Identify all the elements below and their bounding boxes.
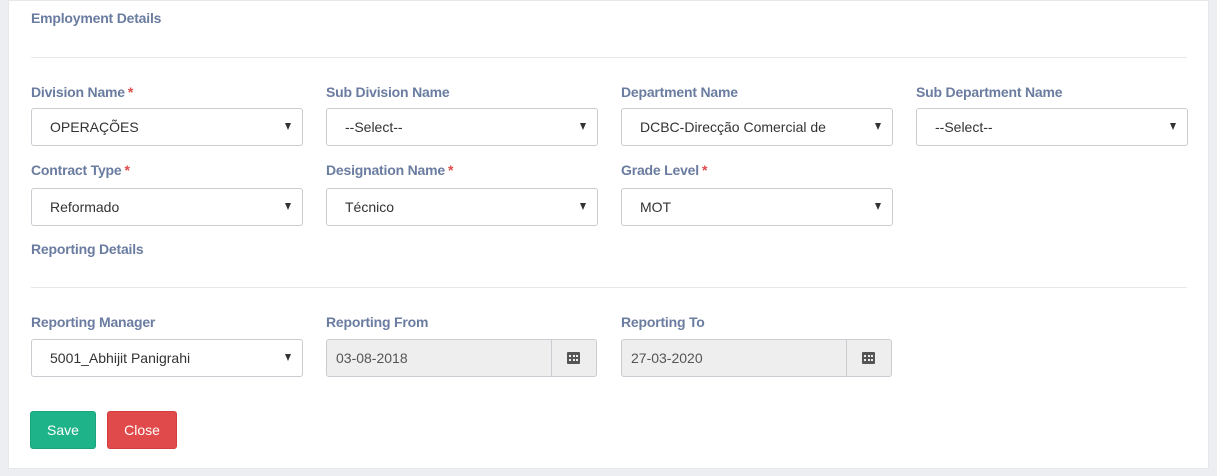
contract-type-select[interactable]: Reformado (31, 188, 303, 226)
department-name-label: Department Name (621, 84, 738, 100)
reporting-to-date-field[interactable]: 27-03-2020 (621, 339, 892, 377)
designation-name-value: Técnico (345, 199, 395, 215)
required-marker: * (447, 162, 454, 178)
caret-down-icon (875, 203, 881, 210)
sub-division-name-value: --Select-- (345, 119, 403, 135)
sub-department-name-label: Sub Department Name (916, 84, 1063, 100)
caret-down-icon (285, 123, 291, 130)
grade-level-value: MOT (640, 199, 672, 215)
date-picker-button[interactable] (846, 340, 891, 376)
close-button[interactable]: Close (107, 411, 177, 449)
department-name-select[interactable]: DCBC-Direcção Comercial de (621, 108, 893, 146)
date-picker-button[interactable] (551, 340, 596, 376)
caret-down-icon (285, 354, 291, 361)
designation-name-label: Designation Name * (326, 162, 454, 178)
sub-division-name-label: Sub Division Name (326, 84, 450, 100)
reporting-from-date-field[interactable]: 03-08-2018 (326, 339, 597, 377)
contract-type-label: Contract Type * (31, 162, 130, 178)
reporting-to-value: 27-03-2020 (631, 350, 703, 366)
sub-division-name-select[interactable]: --Select-- (326, 108, 598, 146)
division-name-value: OPERAÇÕES (50, 119, 139, 135)
contract-type-value: Reformado (50, 199, 120, 215)
reporting-from-value: 03-08-2018 (336, 350, 408, 366)
caret-down-icon (580, 123, 586, 130)
section-divider (31, 57, 1187, 58)
calendar-icon (567, 352, 580, 364)
grade-level-label: Grade Level * (621, 162, 708, 178)
employment-form-panel: Employment Details Division Name * Sub Di… (8, 0, 1209, 469)
division-name-label: Division Name * (31, 84, 134, 100)
reporting-to-label: Reporting To (621, 314, 705, 330)
reporting-manager-value: 5001_Abhijit Panigrahi (50, 350, 191, 366)
designation-name-select[interactable]: Técnico (326, 188, 598, 226)
employment-details-title: Employment Details (31, 10, 162, 26)
sub-department-name-select[interactable]: --Select-- (916, 108, 1188, 146)
department-name-value: DCBC-Direcção Comercial de (640, 119, 826, 135)
required-marker: * (701, 162, 708, 178)
division-name-select[interactable]: OPERAÇÕES (31, 108, 303, 146)
caret-down-icon (285, 203, 291, 210)
grade-level-select[interactable]: MOT (621, 188, 893, 226)
required-marker: * (124, 162, 130, 178)
caret-down-icon (1170, 123, 1176, 130)
sub-department-name-value: --Select-- (935, 119, 993, 135)
reporting-from-label: Reporting From (326, 314, 429, 330)
caret-down-icon (580, 203, 586, 210)
caret-down-icon (875, 123, 881, 130)
calendar-icon (862, 352, 875, 364)
required-marker: * (127, 84, 134, 100)
reporting-details-title: Reporting Details (31, 241, 144, 257)
reporting-manager-select[interactable]: 5001_Abhijit Panigrahi (31, 339, 303, 377)
section-divider (31, 287, 1187, 288)
save-button[interactable]: Save (30, 411, 96, 449)
reporting-manager-label: Reporting Manager (31, 314, 156, 330)
